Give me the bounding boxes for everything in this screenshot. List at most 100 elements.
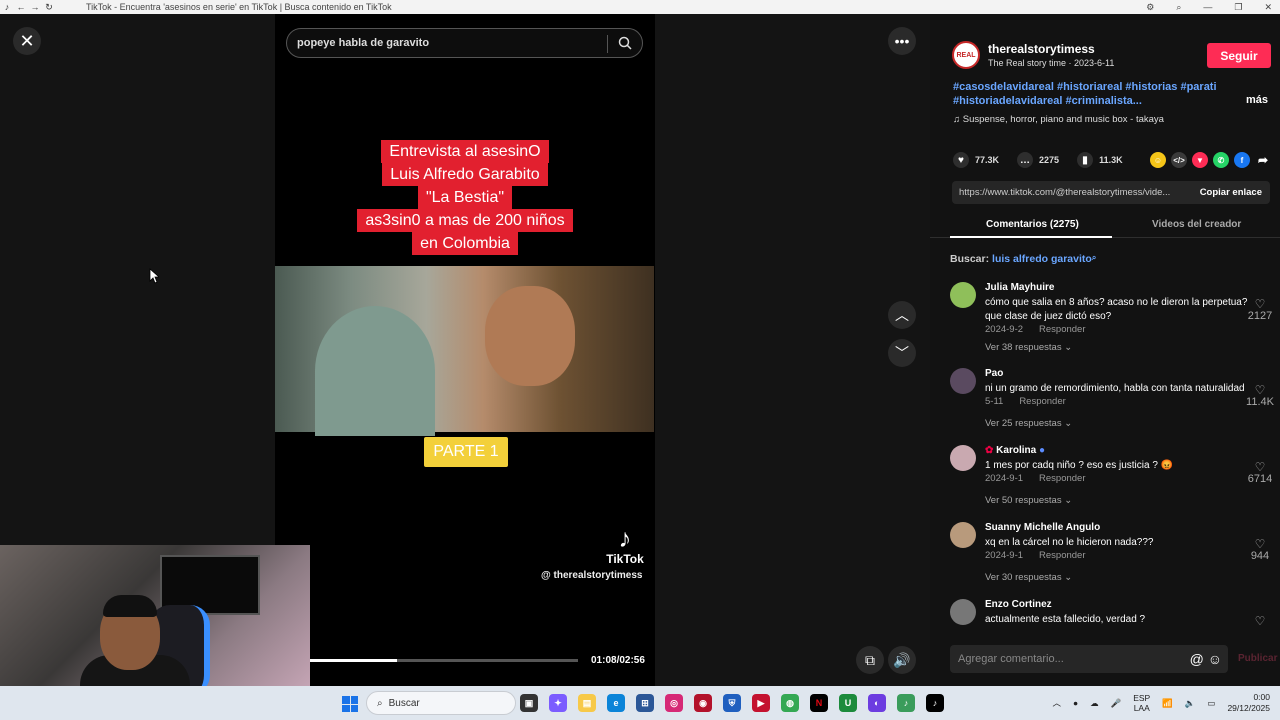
emoji-icon[interactable]: ☺ bbox=[1208, 651, 1222, 667]
commenter-avatar[interactable] bbox=[950, 599, 976, 625]
commenter-avatar[interactable] bbox=[950, 368, 976, 394]
comment-icon[interactable]: … bbox=[1017, 152, 1034, 168]
forward-icon[interactable]: → bbox=[28, 2, 42, 12]
close-video-button[interactable]: ✕ bbox=[13, 27, 41, 55]
wifi-icon[interactable]: 📶 bbox=[1162, 698, 1173, 709]
friends-share-icon[interactable]: ☺ bbox=[1150, 152, 1166, 168]
reply-button[interactable]: Responder bbox=[1019, 396, 1065, 407]
reply-button[interactable]: Responder bbox=[1039, 550, 1085, 561]
system-clock[interactable]: 0:00 29/12/2025 bbox=[1227, 692, 1270, 714]
view-replies[interactable]: Ver 30 respuestas ⌄ bbox=[985, 572, 1072, 583]
view-replies[interactable]: Ver 38 respuestas ⌄ bbox=[985, 342, 1072, 353]
netflix-icon[interactable]: N bbox=[810, 694, 828, 712]
app-red-icon[interactable]: ◉ bbox=[694, 694, 712, 712]
input-language[interactable]: ESP LAA bbox=[1133, 693, 1150, 713]
tab-comments[interactable]: Comentarios (2275) bbox=[986, 219, 1079, 230]
store-icon[interactable]: ⊞ bbox=[636, 694, 654, 712]
commenter-name[interactable]: Suanny Michelle Angulo bbox=[985, 522, 1100, 533]
start-menu-icon[interactable] bbox=[342, 696, 358, 712]
commenter-name[interactable]: Pao bbox=[985, 368, 1003, 379]
task-view-icon[interactable]: ▣ bbox=[520, 694, 538, 712]
taskbar-search[interactable]: ⌕ Buscar bbox=[366, 691, 516, 715]
picture-in-picture-icon: ⧉ bbox=[865, 651, 875, 668]
reload-icon[interactable]: ↻ bbox=[42, 2, 56, 13]
heart-outline-icon[interactable]: ♡ bbox=[1240, 384, 1280, 396]
tray-overflow-icon[interactable]: ︿ bbox=[1052, 697, 1061, 709]
copilot-icon[interactable]: ✦ bbox=[549, 694, 567, 712]
more-description-link[interactable]: más bbox=[1246, 94, 1268, 106]
hashtags-line[interactable]: #historiadelavidareal #criminalista... bbox=[953, 94, 1233, 108]
previous-video-button[interactable]: ︿ bbox=[888, 301, 916, 329]
follow-button[interactable]: Seguir bbox=[1207, 43, 1271, 68]
edge-icon[interactable]: e bbox=[607, 694, 625, 712]
more-options-button[interactable]: ••• bbox=[888, 27, 916, 55]
microphone-icon[interactable]: 🎤 bbox=[1111, 698, 1122, 709]
publish-comment-button[interactable]: Publicar bbox=[1238, 653, 1277, 664]
tray-cloud-icon[interactable]: ☁ bbox=[1090, 698, 1099, 709]
commenter-avatar[interactable] bbox=[950, 282, 976, 308]
back-icon[interactable]: ← bbox=[14, 2, 28, 12]
commenter-avatar[interactable] bbox=[950, 445, 976, 471]
tray-app-icon[interactable]: ● bbox=[1073, 698, 1078, 708]
reply-button[interactable]: Responder bbox=[1039, 324, 1085, 335]
translate-icon[interactable]: ⚙ bbox=[1146, 2, 1154, 13]
heart-outline-icon[interactable]: ♡ bbox=[1240, 461, 1280, 473]
video-link-field[interactable]: https://www.tiktok.com/@therealstorytime… bbox=[952, 181, 1270, 204]
tab-creator-videos[interactable]: Videos del creador bbox=[1152, 219, 1241, 230]
related-search[interactable]: Buscar: luis alfredo garavito⌕ bbox=[950, 253, 1096, 265]
related-search-query[interactable]: luis alfredo garavito bbox=[992, 253, 1092, 265]
add-comment-input[interactable]: Agregar comentario... @ ☺ bbox=[950, 645, 1228, 673]
commenter-name[interactable]: Julia Mayhuire bbox=[985, 282, 1054, 293]
comment-like[interactable]: ♡ bbox=[1240, 615, 1280, 627]
commenter-name[interactable]: Enzo Cortinez bbox=[985, 599, 1052, 610]
app-purple-icon[interactable]: ◐ bbox=[868, 694, 886, 712]
upwork-icon[interactable]: U bbox=[839, 694, 857, 712]
music-track[interactable]: ♫ Suspense, horror, piano and music box … bbox=[953, 114, 1164, 125]
video-editor-icon[interactable]: ▶ bbox=[752, 694, 770, 712]
reply-button[interactable]: Responder bbox=[1039, 473, 1085, 484]
view-replies[interactable]: Ver 25 respuestas ⌄ bbox=[985, 418, 1072, 429]
next-video-button[interactable]: ﹀ bbox=[888, 339, 916, 367]
heart-outline-icon[interactable]: ♡ bbox=[1240, 298, 1280, 310]
file-explorer-icon[interactable]: ▤ bbox=[578, 694, 596, 712]
heart-outline-icon[interactable]: ♡ bbox=[1240, 538, 1280, 550]
comment-like[interactable]: ♡ 2127 bbox=[1240, 298, 1280, 322]
video-progress-bar[interactable] bbox=[310, 659, 578, 662]
battery-icon[interactable]: ▭ bbox=[1207, 698, 1215, 709]
creator-handle[interactable]: therealstorytimess bbox=[988, 42, 1095, 56]
facebook-icon[interactable]: f bbox=[1234, 152, 1250, 168]
post-hashtags[interactable]: #casosdelavidareal #historiareal #histor… bbox=[953, 80, 1233, 108]
heart-outline-icon[interactable]: ♡ bbox=[1240, 615, 1280, 627]
copy-link-button[interactable]: Copiar enlace bbox=[1200, 187, 1262, 198]
shield-icon[interactable]: ⛨ bbox=[723, 694, 741, 712]
commenter-avatar[interactable] bbox=[950, 522, 976, 548]
commenter-name[interactable]: ✿ Karolina ● bbox=[985, 445, 1045, 456]
zoom-icon[interactable]: ⌕ bbox=[1176, 2, 1181, 13]
embed-icon[interactable]: </> bbox=[1171, 152, 1187, 168]
creator-avatar[interactable]: REAL bbox=[952, 41, 980, 69]
app-green-icon[interactable]: ♪ bbox=[897, 694, 915, 712]
send-icon[interactable]: ▼ bbox=[1192, 152, 1208, 168]
hashtags-line[interactable]: #casosdelavidareal #historiareal #histor… bbox=[953, 80, 1233, 94]
tiktok-app-icon[interactable]: ♪ bbox=[926, 694, 944, 712]
close-window-icon[interactable]: ✕ bbox=[1264, 2, 1272, 13]
chrome-icon[interactable]: ◍ bbox=[781, 694, 799, 712]
comment-like[interactable]: ♡ 944 bbox=[1240, 538, 1280, 562]
minimize-icon[interactable]: — bbox=[1203, 2, 1212, 12]
float-player-button[interactable]: ⧉ bbox=[856, 646, 884, 674]
comment-like[interactable]: ♡ 6714 bbox=[1240, 461, 1280, 485]
share-arrow-icon[interactable]: ➦ bbox=[1255, 152, 1271, 168]
whatsapp-icon[interactable]: ✆ bbox=[1213, 152, 1229, 168]
bookmark-icon[interactable]: ▮ bbox=[1077, 152, 1094, 168]
search-input[interactable]: popeye habla de garavito bbox=[286, 28, 643, 58]
volume-button[interactable]: 🔊 bbox=[888, 646, 916, 674]
view-replies[interactable]: Ver 50 respuestas ⌄ bbox=[985, 495, 1072, 506]
mention-icon[interactable]: @ bbox=[1190, 651, 1204, 667]
speaker-icon[interactable]: 🔈 bbox=[1185, 698, 1196, 709]
related-search-prefix: Buscar: bbox=[950, 253, 990, 265]
maximize-icon[interactable]: ❐ bbox=[1234, 2, 1242, 13]
search-icon[interactable] bbox=[618, 36, 632, 50]
instagram-icon[interactable]: ◎ bbox=[665, 694, 683, 712]
heart-icon[interactable]: ♥ bbox=[953, 152, 969, 168]
comment-like[interactable]: ♡ 11.4K bbox=[1240, 384, 1280, 408]
